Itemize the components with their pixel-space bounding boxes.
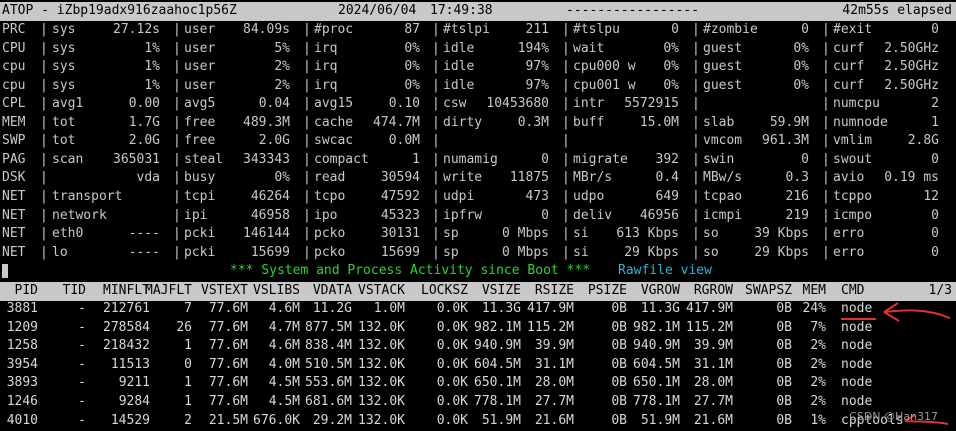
arrow-annotation-node bbox=[883, 302, 951, 322]
annotation-arrows bbox=[883, 302, 951, 425]
watermark: CSDN @Han317 bbox=[849, 410, 938, 423]
